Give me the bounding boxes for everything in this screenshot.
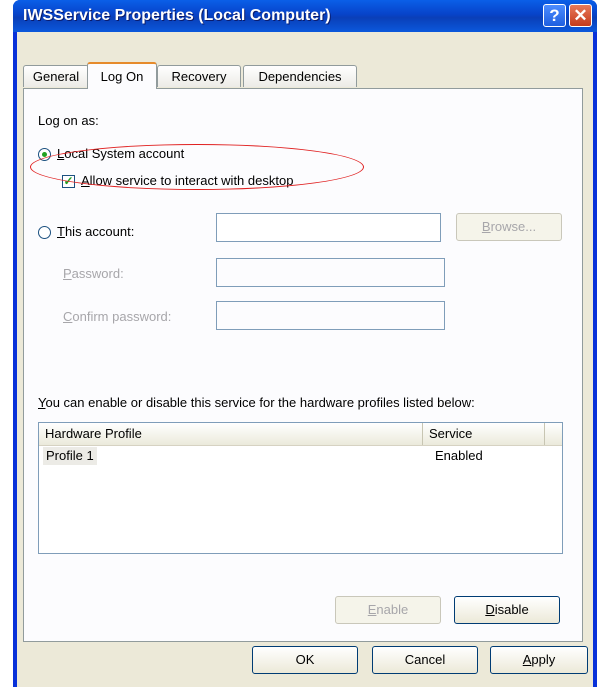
check-icon: ✓ [63, 174, 74, 188]
confirm-password-label: Confirm password: [63, 309, 172, 324]
password-input[interactable] [216, 258, 445, 287]
help-button[interactable]: ? [543, 4, 566, 27]
tab-recovery[interactable]: Recovery [157, 65, 241, 87]
profile-cell: Profile 1 [43, 447, 97, 465]
account-name-input[interactable] [216, 213, 441, 242]
tab-log-on[interactable]: Log On [87, 62, 157, 89]
list-header: Hardware Profile Service [39, 423, 562, 446]
password-label: Password: [63, 266, 124, 281]
allow-interact-label[interactable]: Allow service to interact with desktop [81, 173, 293, 188]
title-bar[interactable]: IWSService Properties (Local Computer) ?… [13, 0, 597, 32]
column-hardware-profile[interactable]: Hardware Profile [39, 423, 423, 445]
log-on-panel: Log on as: Local System account ✓ Allow … [23, 88, 583, 642]
tab-label: Recovery [171, 69, 227, 84]
tab-general[interactable]: General [23, 65, 89, 87]
apply-button[interactable]: Apply [490, 646, 588, 674]
log-on-as-label: Log on as: [38, 113, 99, 128]
enable-button[interactable]: Enable [335, 596, 441, 624]
tab-label: Dependencies [258, 69, 342, 84]
hardware-profiles-caption: You can enable or disable this service f… [38, 395, 475, 410]
window-title: IWSService Properties (Local Computer) [23, 7, 331, 24]
dialog-client: General Log On Recovery Dependencies Log… [17, 32, 593, 687]
cancel-button[interactable]: Cancel [372, 646, 478, 674]
tab-label: Log On [100, 69, 144, 84]
local-system-radio[interactable] [38, 148, 51, 161]
tab-label: General [32, 69, 80, 84]
allow-interact-checkbox[interactable]: ✓ [62, 175, 75, 188]
local-system-label[interactable]: Local System account [57, 146, 184, 161]
hardware-profile-list[interactable]: Hardware Profile Service Profile 1 Enabl… [38, 422, 563, 554]
browse-button[interactable]: Browse... [456, 213, 562, 241]
close-button[interactable]: ✕ [569, 4, 592, 27]
close-icon: ✕ [573, 6, 588, 25]
this-account-label[interactable]: This account: [57, 224, 134, 239]
tab-dependencies[interactable]: Dependencies [243, 65, 357, 87]
ok-button[interactable]: OK [252, 646, 358, 674]
radio-selected-dot [42, 152, 47, 157]
this-account-radio[interactable] [38, 226, 51, 239]
column-service[interactable]: Service [423, 423, 545, 445]
properties-window: IWSService Properties (Local Computer) ?… [13, 0, 597, 687]
disable-button[interactable]: Disable [454, 596, 560, 624]
service-cell: Enabled [435, 448, 483, 463]
confirm-password-input[interactable] [216, 301, 445, 330]
help-icon: ? [549, 6, 560, 25]
